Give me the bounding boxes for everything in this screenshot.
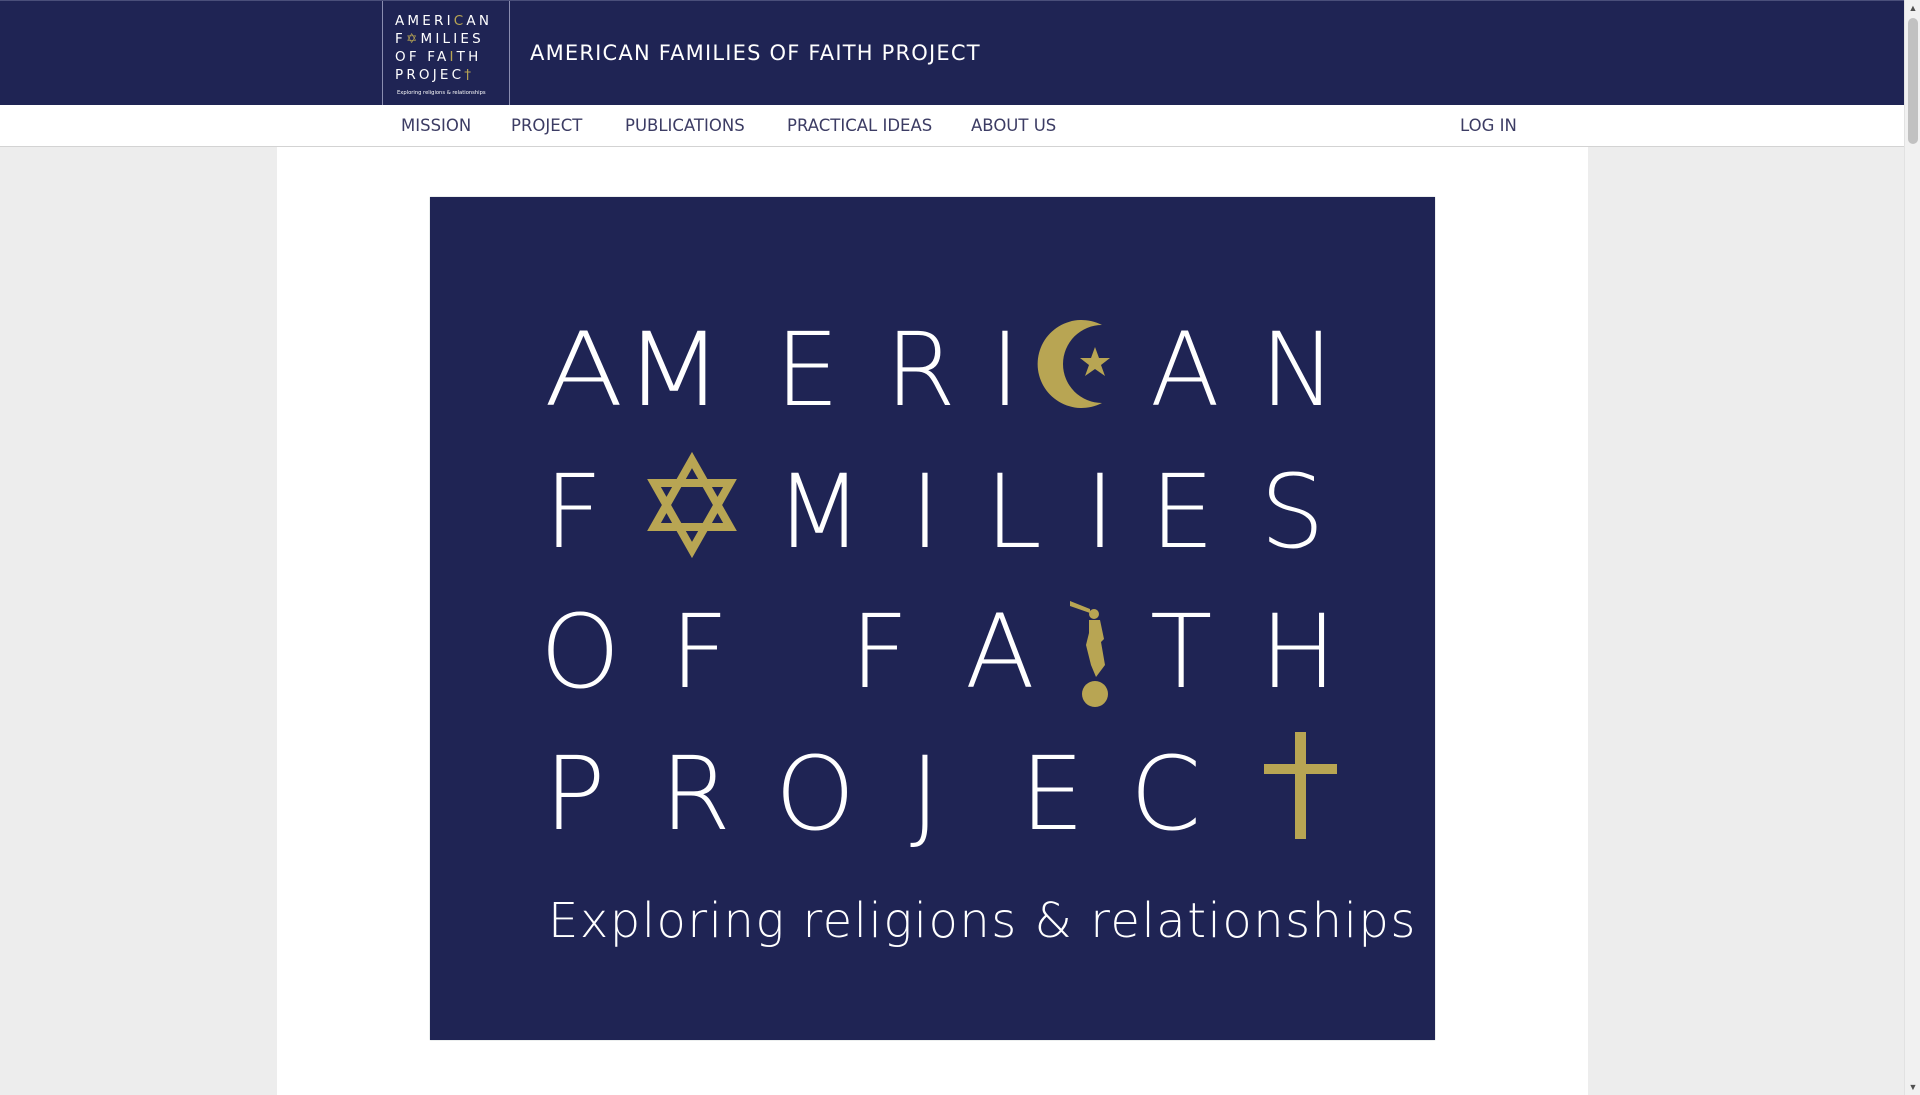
logo-tagline: Exploring religions & relationships	[397, 90, 486, 96]
hero-logo-graphic: AM E R I A N F M I L I E S O F F A T H P…	[540, 311, 1417, 949]
svg-text:T: T	[1150, 593, 1212, 712]
nav-publications[interactable]: PUBLICATIONS	[625, 116, 745, 135]
svg-text:S: S	[1260, 453, 1325, 572]
scroll-up-icon[interactable]: ▲	[1905, 0, 1920, 16]
svg-text:A: A	[1150, 311, 1220, 430]
svg-text:J: J	[910, 735, 940, 854]
logo-line-2: F✡MILIES	[395, 31, 484, 47]
svg-text:O: O	[775, 735, 855, 854]
svg-text:R: R	[885, 311, 956, 430]
main-nav: MISSION PROJECT PUBLICATIONS PRACTICAL I…	[0, 105, 1904, 147]
svg-text:E: E	[1020, 735, 1084, 854]
svg-text:E: E	[775, 311, 839, 430]
page-scrollbar[interactable]: ▲ ▼	[1904, 0, 1920, 1095]
svg-text:E: E	[1150, 453, 1214, 572]
svg-text:I: I	[910, 453, 940, 572]
logo-line-4: PROJEC†	[395, 67, 474, 83]
svg-text:C: C	[1130, 735, 1201, 854]
svg-text:F: F	[670, 593, 729, 712]
svg-text:H: H	[1260, 593, 1337, 712]
nav-project[interactable]: PROJECT	[511, 116, 582, 135]
site-title[interactable]: AMERICAN FAMILIES OF FAITH PROJECT	[530, 41, 981, 65]
site-logo[interactable]: AMERICAN F✡MILIES OF FAITH PROJEC† Explo…	[382, 1, 510, 106]
svg-text:L: L	[985, 453, 1042, 572]
hero-line-3: O F F A T H	[540, 593, 1337, 712]
logo-line-3: OF FAITH	[395, 49, 481, 65]
site-header: AMERICAN F✡MILIES OF FAITH PROJEC† Explo…	[0, 0, 1904, 106]
nav-about-us[interactable]: ABOUT US	[971, 116, 1056, 135]
svg-text:I: I	[1085, 453, 1115, 572]
login-link[interactable]: LOG IN	[1460, 116, 1517, 135]
star-of-david-icon	[647, 451, 737, 559]
scrollbar-thumb[interactable]	[1908, 18, 1918, 144]
cross-icon	[1264, 732, 1337, 839]
logo-line-1: AMERICAN	[395, 13, 492, 29]
svg-text:P: P	[544, 735, 606, 854]
nav-mission[interactable]: MISSION	[401, 116, 471, 135]
angel-moroni-icon	[1070, 601, 1108, 707]
svg-text:F: F	[850, 593, 909, 712]
svg-text:A: A	[965, 593, 1035, 712]
hero-line-4: P R O J E C	[544, 735, 1201, 854]
scroll-down-icon[interactable]: ▼	[1905, 1079, 1920, 1095]
hero-line-1: AM E R I A N	[544, 311, 1336, 430]
hero-tagline: Exploring religions & relationships	[548, 893, 1417, 949]
svg-text:N: N	[1260, 311, 1336, 430]
svg-text:O: O	[540, 593, 620, 712]
svg-text:R: R	[660, 735, 731, 854]
hero-logo-image: AM E R I A N F M I L I E S O F F A T H P…	[430, 197, 1435, 1040]
svg-text:I: I	[990, 311, 1020, 430]
svg-text:AM: AM	[544, 311, 724, 430]
svg-text:F: F	[544, 453, 603, 572]
svg-text:M: M	[775, 453, 863, 572]
site-logo-graphic: AMERICAN F✡MILIES OF FAITH PROJEC† Explo…	[395, 13, 492, 96]
crescent-star-icon	[1037, 320, 1110, 408]
nav-practical-ideas[interactable]: PRACTICAL IDEAS	[787, 116, 932, 135]
main-content: AM E R I A N F M I L I E S O F F A T H P…	[277, 147, 1588, 1095]
